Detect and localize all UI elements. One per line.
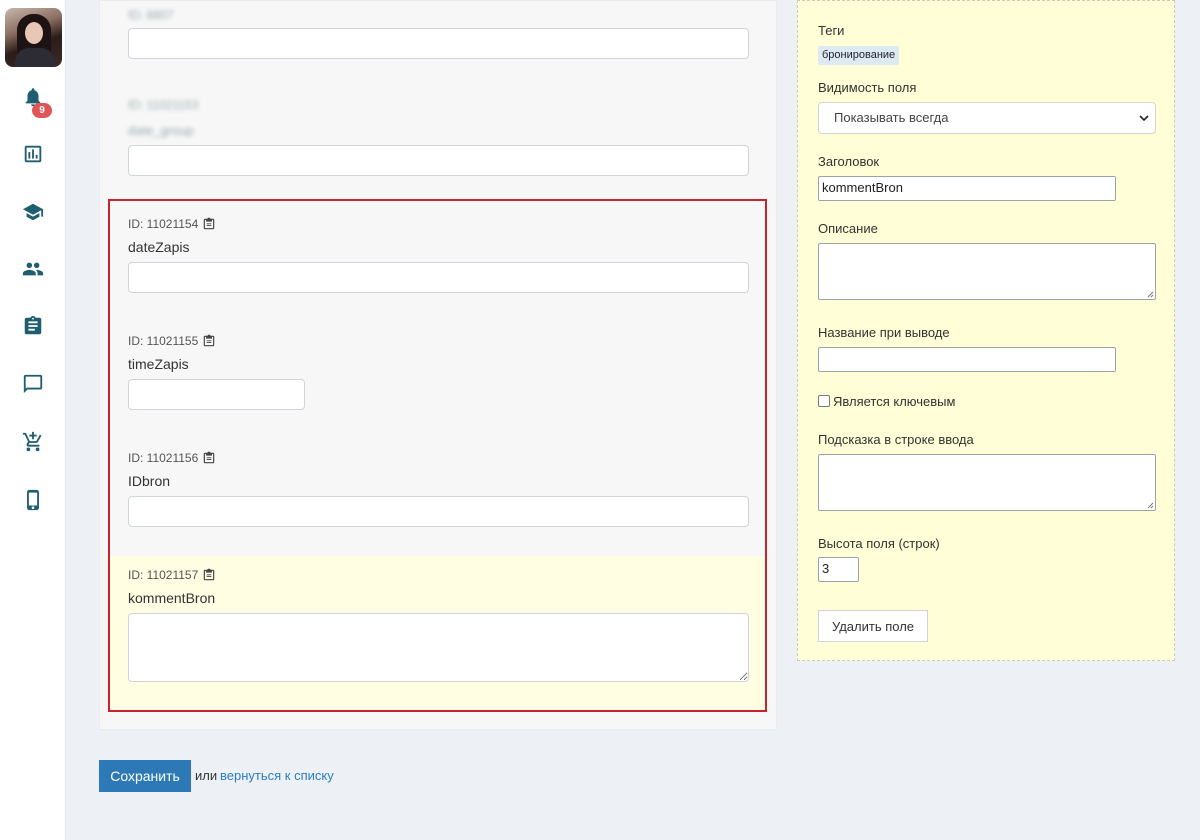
chart-icon[interactable] bbox=[20, 141, 46, 167]
title-input[interactable]: kommentBron bbox=[818, 176, 1116, 201]
tags-label: Теги bbox=[818, 23, 845, 38]
description-textarea[interactable] bbox=[818, 243, 1156, 300]
clipboard-copy-icon[interactable] bbox=[202, 217, 216, 231]
clipboard-copy-icon[interactable] bbox=[202, 451, 216, 465]
graduation-cap-icon[interactable] bbox=[20, 199, 46, 225]
title-label: Заголовок bbox=[818, 154, 880, 169]
field-timeZapis: ID: 11021155 timeZapis bbox=[128, 333, 216, 374]
people-icon[interactable] bbox=[20, 256, 46, 282]
tag-chip[interactable]: бронирование bbox=[818, 46, 900, 65]
field-name: timeZapis bbox=[128, 356, 189, 372]
clipboard-icon[interactable] bbox=[20, 313, 46, 339]
notification-badge: 9 bbox=[32, 103, 52, 118]
key-label[interactable]: Является ключевым bbox=[833, 394, 955, 409]
phone-icon[interactable] bbox=[20, 487, 46, 513]
visibility-value: Показывать всегда bbox=[834, 110, 949, 125]
description-label: Описание bbox=[818, 221, 878, 236]
height-input[interactable]: 3 bbox=[818, 557, 859, 582]
hint-label: Подсказка в строке ввода bbox=[818, 432, 974, 447]
key-checkbox[interactable] bbox=[818, 395, 830, 407]
save-button[interactable]: Сохранить bbox=[99, 760, 191, 792]
field-input-blurred-1[interactable] bbox=[128, 28, 749, 59]
chat-icon[interactable] bbox=[20, 371, 46, 397]
IDbron-input[interactable] bbox=[128, 496, 749, 527]
visibility-label: Видимость поля bbox=[818, 80, 917, 95]
kommentBron-textarea[interactable] bbox=[128, 613, 749, 682]
timeZapis-input[interactable] bbox=[128, 379, 305, 410]
or-text: или bbox=[195, 768, 218, 783]
field-name-blurred: date_group bbox=[128, 123, 194, 138]
hint-textarea[interactable] bbox=[818, 454, 1156, 511]
field-dateZapis: ID: 11021154 dateZapis bbox=[128, 216, 216, 257]
field-id: ID: 11021155 bbox=[128, 334, 199, 348]
output-name-input[interactable] bbox=[818, 347, 1116, 372]
field-properties-panel: Теги бронирование Видимость поля Показыв… bbox=[797, 0, 1175, 661]
visibility-select[interactable]: Показывать всегда bbox=[818, 102, 1156, 134]
clipboard-copy-icon[interactable] bbox=[202, 334, 216, 348]
avatar[interactable] bbox=[5, 8, 62, 67]
delete-field-button[interactable]: Удалить поле bbox=[818, 610, 928, 642]
back-to-list-link[interactable]: вернуться к списку bbox=[220, 768, 334, 783]
field-id: ID: 11021154 bbox=[128, 217, 199, 231]
clipboard-copy-icon[interactable] bbox=[202, 568, 216, 582]
field-id: ID: 11021157 bbox=[128, 568, 199, 582]
resize-grip-icon[interactable] bbox=[1146, 290, 1154, 298]
field-kommentBron: ID: 11021157 kommentBron bbox=[128, 567, 216, 608]
field-IDbron: ID: 11021156 IDbron bbox=[128, 450, 216, 491]
field-id-blurred: ID: 8807 bbox=[128, 8, 174, 22]
field-name: IDbron bbox=[128, 473, 171, 489]
output-name-label: Название при выводе bbox=[818, 325, 950, 340]
dateZapis-input[interactable] bbox=[128, 262, 749, 293]
cart-add-icon[interactable] bbox=[20, 429, 46, 455]
sidebar: 9 bbox=[0, 0, 66, 840]
field-input-blurred-2[interactable] bbox=[128, 145, 749, 176]
field-name: dateZapis bbox=[128, 239, 190, 255]
field-name: kommentBron bbox=[128, 590, 216, 606]
resize-grip-icon[interactable] bbox=[1146, 501, 1154, 509]
field-id: ID: 11021156 bbox=[128, 451, 199, 465]
height-label: Высота поля (строк) bbox=[818, 536, 940, 551]
field-id-blurred: ID: 11021153 bbox=[128, 98, 199, 112]
chevron-down-icon bbox=[1139, 115, 1149, 122]
